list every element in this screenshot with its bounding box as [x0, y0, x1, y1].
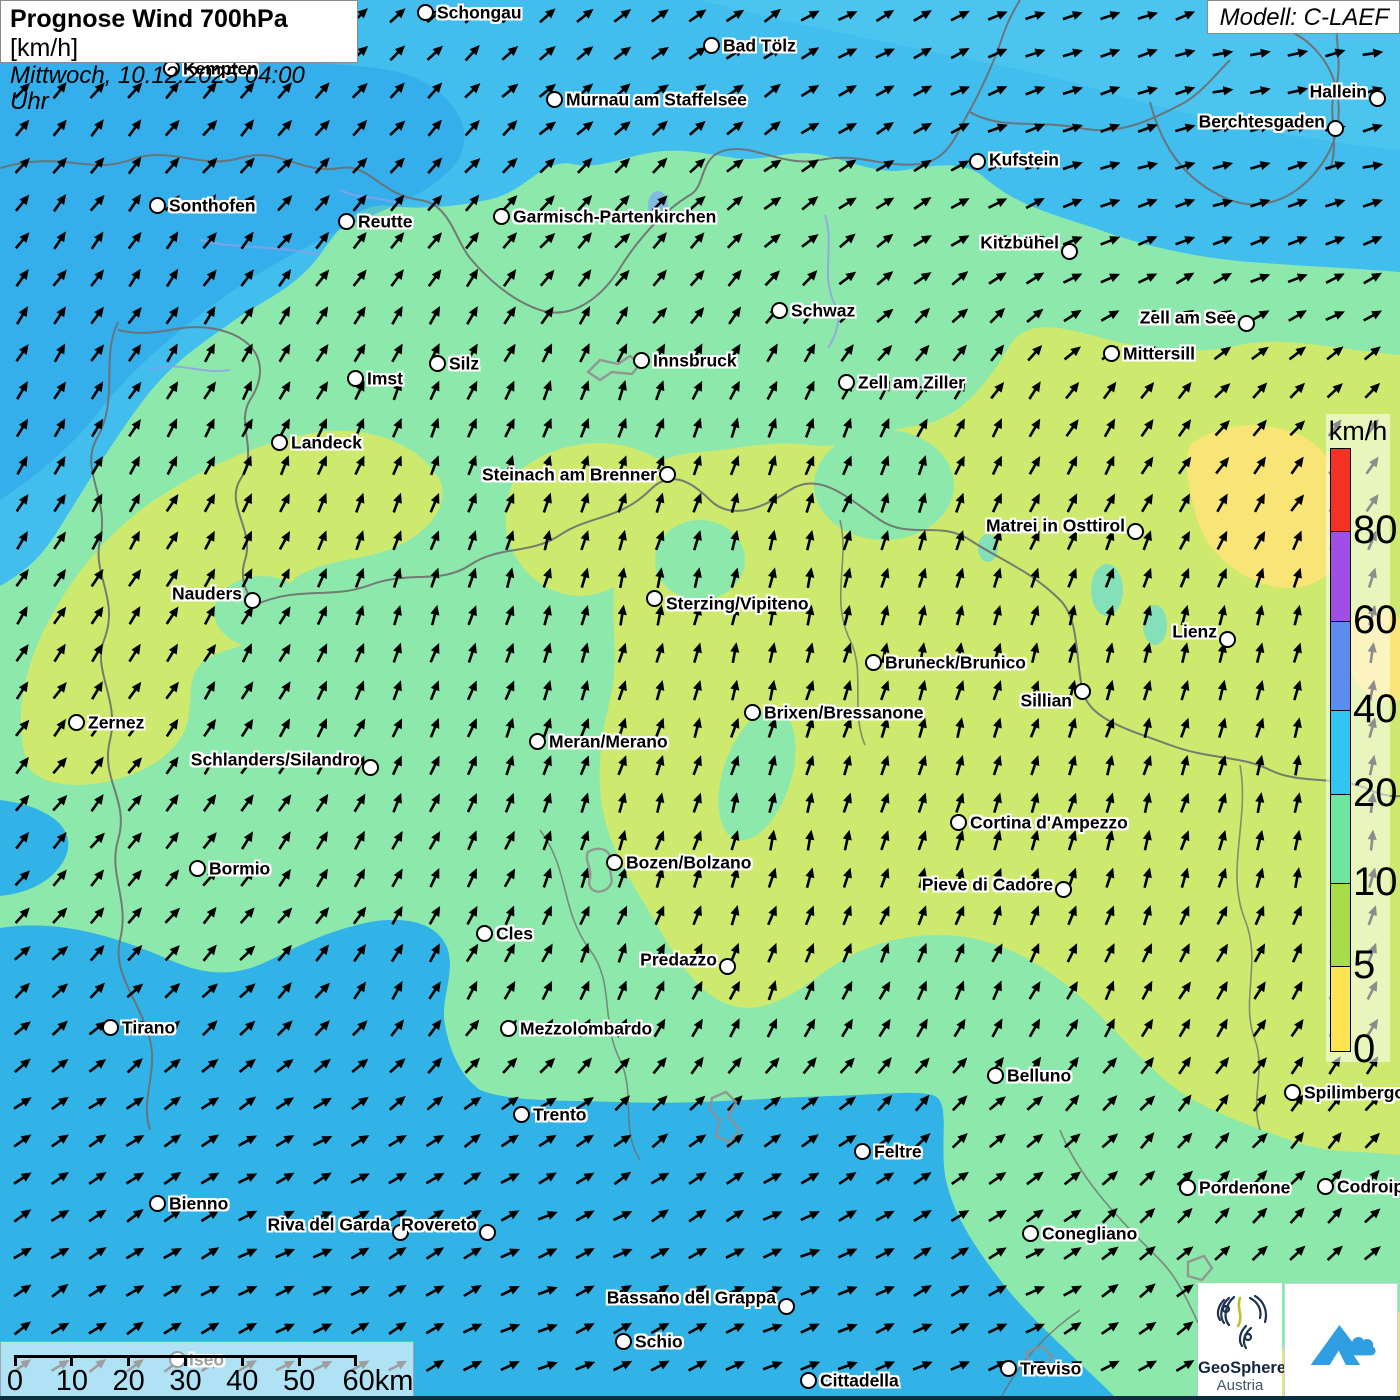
legend-label: 80 [1353, 510, 1398, 550]
legend-segment-6 [1331, 967, 1350, 1051]
legend-segment-3 [1331, 711, 1350, 795]
legend-segment-5 [1331, 884, 1350, 967]
forecast-title: Prognose Wind 700hPa [km/h] [10, 5, 348, 63]
legend-segment-2 [1331, 622, 1350, 711]
legend-label: 20 [1353, 773, 1398, 813]
legend-segment-4 [1331, 795, 1350, 884]
legend-unit-label: km/h [1329, 416, 1388, 447]
region-teal-spot-1 [1091, 564, 1123, 616]
legend-segment-0 [1331, 449, 1350, 532]
geosphere-contour-icon [1210, 1291, 1270, 1353]
forecast-title-main: Prognose Wind 700hPa [10, 5, 288, 33]
legend-segment-1 [1331, 532, 1350, 622]
model-label-box: Modell: C-LAEF [1207, 0, 1400, 34]
forecast-datetime: Mittwoch, 10.12.2025 04:00 Uhr [10, 63, 348, 116]
geosphere-sub: Austria [1198, 1378, 1282, 1395]
legend-label: 0 [1353, 1029, 1375, 1069]
legend-color-bar [1330, 448, 1351, 1052]
forecast-title-units: [km/h] [10, 34, 78, 62]
scale-label: 30 [169, 1365, 201, 1398]
forecast-title-box: Prognose Wind 700hPa [km/h] Mittwoch, 10… [0, 0, 358, 63]
scale-label: 0 [7, 1365, 23, 1398]
map-scale-bar: 0 10 20 30 40 50 60km [0, 1341, 414, 1400]
scale-label: 50 [283, 1365, 315, 1398]
legend-label: 60 [1353, 600, 1398, 640]
scale-label: 10 [56, 1365, 88, 1398]
map-canvas [0, 0, 1400, 1400]
wind-speed-legend: km/h 806040201050 [1326, 414, 1390, 1062]
weather-map-page: SchongauBad TölzKemptenMurnau am Staffel… [0, 0, 1400, 1400]
legend-label: 10 [1353, 862, 1398, 902]
avalanche-warning-logo-box [1284, 1283, 1398, 1398]
region-green-notch-nauders [214, 576, 310, 648]
geosphere-name: GeoSphere [1198, 1359, 1282, 1378]
legend-label: 5 [1353, 945, 1375, 985]
scale-label: 20 [113, 1365, 145, 1398]
legend-label: 40 [1353, 689, 1398, 729]
mountain-cloud-icon [1298, 1301, 1384, 1381]
scale-label: 60km [343, 1365, 414, 1398]
scale-label: 40 [226, 1365, 258, 1398]
geosphere-logo-box: GeoSphere Austria [1198, 1283, 1282, 1400]
map-bottom-edge [0, 1396, 1400, 1400]
